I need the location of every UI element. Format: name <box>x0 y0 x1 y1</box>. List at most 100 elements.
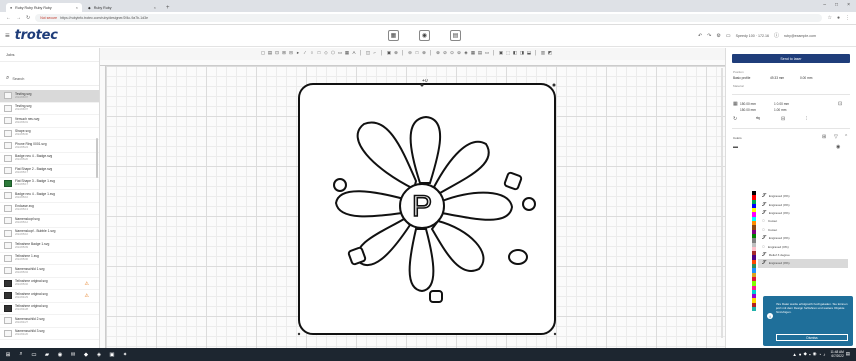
reload-icon[interactable]: ↻ <box>26 15 30 21</box>
material-value[interactable]: Basic profile <box>733 76 750 80</box>
job-mode-icon[interactable]: ▤ <box>450 30 461 41</box>
filter-icon[interactable]: ▽ <box>834 134 838 140</box>
toolbar-tool-icon[interactable]: ⊗ <box>435 50 441 56</box>
job-list-item[interactable]: Badge neu 4 - Badge.svg 2022/05/20 <box>0 153 99 165</box>
browser-taskbar-icon[interactable]: ◉ <box>56 351 64 359</box>
toolbar-tool-icon[interactable]: ⁄ <box>302 50 308 56</box>
toolbar-tool-icon[interactable]: ⊙ <box>449 50 455 56</box>
toolbar-tool-icon[interactable]: ▭ <box>484 50 490 56</box>
tab-close-icon[interactable]: × <box>154 5 156 10</box>
toolbar-tool-icon[interactable]: ◈ <box>463 50 469 56</box>
back-icon[interactable]: ← <box>6 15 11 21</box>
selection-handle[interactable] <box>553 332 557 336</box>
height-value[interactable]: 150.00 mm <box>740 108 756 112</box>
toolbar-tool-icon[interactable]: ⊕ <box>421 50 427 56</box>
dismiss-button[interactable]: Dismiss <box>776 334 848 341</box>
toolbar-tool-icon[interactable]: ▤ <box>477 50 483 56</box>
process-layer-item[interactable]: 𝒮 Relief 3 degree <box>758 251 848 259</box>
network-icon[interactable]: ◔ <box>819 352 822 357</box>
process-layer-item[interactable]: ◌ Cutout <box>758 226 848 234</box>
profile-icon[interactable]: ● <box>837 15 840 21</box>
color-black-swatch[interactable]: ▬ <box>733 144 738 150</box>
volume-icon[interactable]: ♪ <box>823 352 825 357</box>
toolbar-tool-icon[interactable]: ◇ <box>323 50 329 56</box>
design-artwork[interactable]: +0 P <box>294 79 559 339</box>
toolbar-tool-icon[interactable]: ◧ <box>512 50 518 56</box>
expand-icon[interactable]: ⌃ <box>844 134 848 140</box>
toolbar-tool-icon[interactable]: ⬓ <box>526 50 532 56</box>
toolbar-tool-icon[interactable]: ⊡ <box>274 50 280 56</box>
job-list-item[interactable]: Namenskopf - Bubble 1.svg 2022/05/10 <box>0 228 99 240</box>
app-taskbar-icon[interactable]: ▣ <box>108 351 116 359</box>
sidebar-scrollbar[interactable] <box>96 138 98 178</box>
process-layer-item[interactable]: 𝒮 Engraved (0%) <box>758 200 848 208</box>
canvas-scrollbar[interactable] <box>721 68 723 338</box>
app-taskbar-icon[interactable]: ◆ <box>82 351 90 359</box>
toolbar-tool-icon[interactable]: │ <box>400 50 406 56</box>
flip-icon[interactable]: ⇋ <box>756 116 760 122</box>
process-layer-item[interactable]: ◌ Engraved (0%) <box>758 242 848 250</box>
undo-icon[interactable]: ↶ <box>698 33 702 39</box>
width-value[interactable]: 150.00 mm <box>740 102 756 106</box>
align-icon[interactable]: ⊟ <box>781 116 785 122</box>
clock[interactable]: 11:48 AM 6/7/2022 <box>831 350 844 358</box>
search-taskbar-icon[interactable]: ⌕ <box>17 351 25 359</box>
distribute-icon[interactable]: ⫶ <box>806 116 807 122</box>
lock-ratio-icon[interactable]: ⊡ <box>838 101 842 107</box>
process-layer-item[interactable]: 𝒮 Engraved (0%) <box>758 234 848 242</box>
forward-icon[interactable]: → <box>16 15 21 21</box>
settings-icon[interactable]: ⚙ <box>716 33 720 39</box>
toolbar-tool-icon[interactable]: ⌐ <box>372 50 378 56</box>
minimize-icon[interactable]: – <box>823 2 826 8</box>
close-window-icon[interactable]: × <box>847 2 850 8</box>
toolbar-tool-icon[interactable]: ▦ <box>344 50 350 56</box>
toolbar-tool-icon[interactable]: ▸ <box>295 50 301 56</box>
toolbar-tool-icon[interactable]: ⬡ <box>330 50 336 56</box>
redo-icon[interactable]: ↷ <box>707 33 711 39</box>
rotate-handle[interactable] <box>552 83 556 87</box>
hamburger-menu-icon[interactable]: ≡ <box>5 31 10 40</box>
toolbar-tool-icon[interactable]: □ <box>414 50 420 56</box>
toolbar-tool-icon[interactable]: ▣ <box>386 50 392 56</box>
toolbar-tool-icon[interactable]: │ <box>379 50 385 56</box>
toolbar-tool-icon[interactable]: ⊞ <box>281 50 287 56</box>
color-swatch[interactable] <box>752 307 756 312</box>
job-list-item[interactable]: Shape.svg 2022/05/30 <box>0 128 99 140</box>
job-list-item[interactable]: Testing.svg 2022/06/07 <box>0 103 99 115</box>
toolbar-tool-icon[interactable]: ▦ <box>470 50 476 56</box>
tray-icon[interactable]: ◆ <box>804 351 807 357</box>
rotate-icon[interactable]: ↻ <box>733 116 737 122</box>
start-menu-icon[interactable]: ⊞ <box>4 351 12 359</box>
selection-handle[interactable] <box>420 83 424 87</box>
search-input[interactable]: ⌕ Search <box>0 72 99 86</box>
toolbar-tool-icon[interactable]: │ <box>491 50 497 56</box>
file-explorer-icon[interactable]: ▰ <box>43 351 51 359</box>
toolbar-tool-icon[interactable]: A <box>351 50 357 56</box>
job-list-item[interactable]: Endcase.svg 2022/05/13 <box>0 203 99 215</box>
app-taskbar-icon[interactable]: ✦ <box>121 351 129 359</box>
mail-icon[interactable]: ✉ <box>69 351 77 359</box>
design-mode-icon[interactable]: ▦ <box>388 30 399 41</box>
device-label[interactable]: Speedy 100 · 172.16 <box>736 34 769 38</box>
visibility-icon[interactable]: ◉ <box>836 144 840 150</box>
size-w-value[interactable]: 1 0.00 mm <box>774 102 789 106</box>
toolbar-tool-icon[interactable]: │ <box>358 50 364 56</box>
process-layer-item[interactable]: ◌ Cutout <box>758 217 848 225</box>
job-list-item[interactable]: Versuch neu.svg 2022/06/01 <box>0 115 99 128</box>
toolbar-tool-icon[interactable]: │ <box>533 50 539 56</box>
toolbar-tool-icon[interactable]: │ <box>428 50 434 56</box>
toolbar-tool-icon[interactable]: ▤ <box>267 50 273 56</box>
job-list-item[interactable]: Badge neu 4 - Badge 1.svg 2022/05/16 <box>0 190 99 203</box>
toolbar-tool-icon[interactable]: ⊘ <box>442 50 448 56</box>
selection-handle[interactable] <box>297 332 301 336</box>
notifications-icon[interactable]: ▤ <box>846 351 850 357</box>
help-icon[interactable]: ⓘ <box>774 32 779 39</box>
size-h-value[interactable]: 1.00 mm <box>774 108 786 112</box>
new-tab-button[interactable]: + <box>166 5 170 11</box>
tray-icon[interactable]: ● <box>799 352 802 357</box>
toolbar-tool-icon[interactable]: ▥ <box>540 50 546 56</box>
job-list-item[interactable]: Teilnahme Badge 1.svg 2022/05/09 <box>0 240 99 253</box>
layer-options-icon[interactable]: ⊞ <box>822 134 826 140</box>
job-list-item[interactable]: Teilnahme 1.svg 2022/05/06 <box>0 253 99 265</box>
job-list-item[interactable]: Namensschild 1.svg 2022/05/04 <box>0 265 99 278</box>
